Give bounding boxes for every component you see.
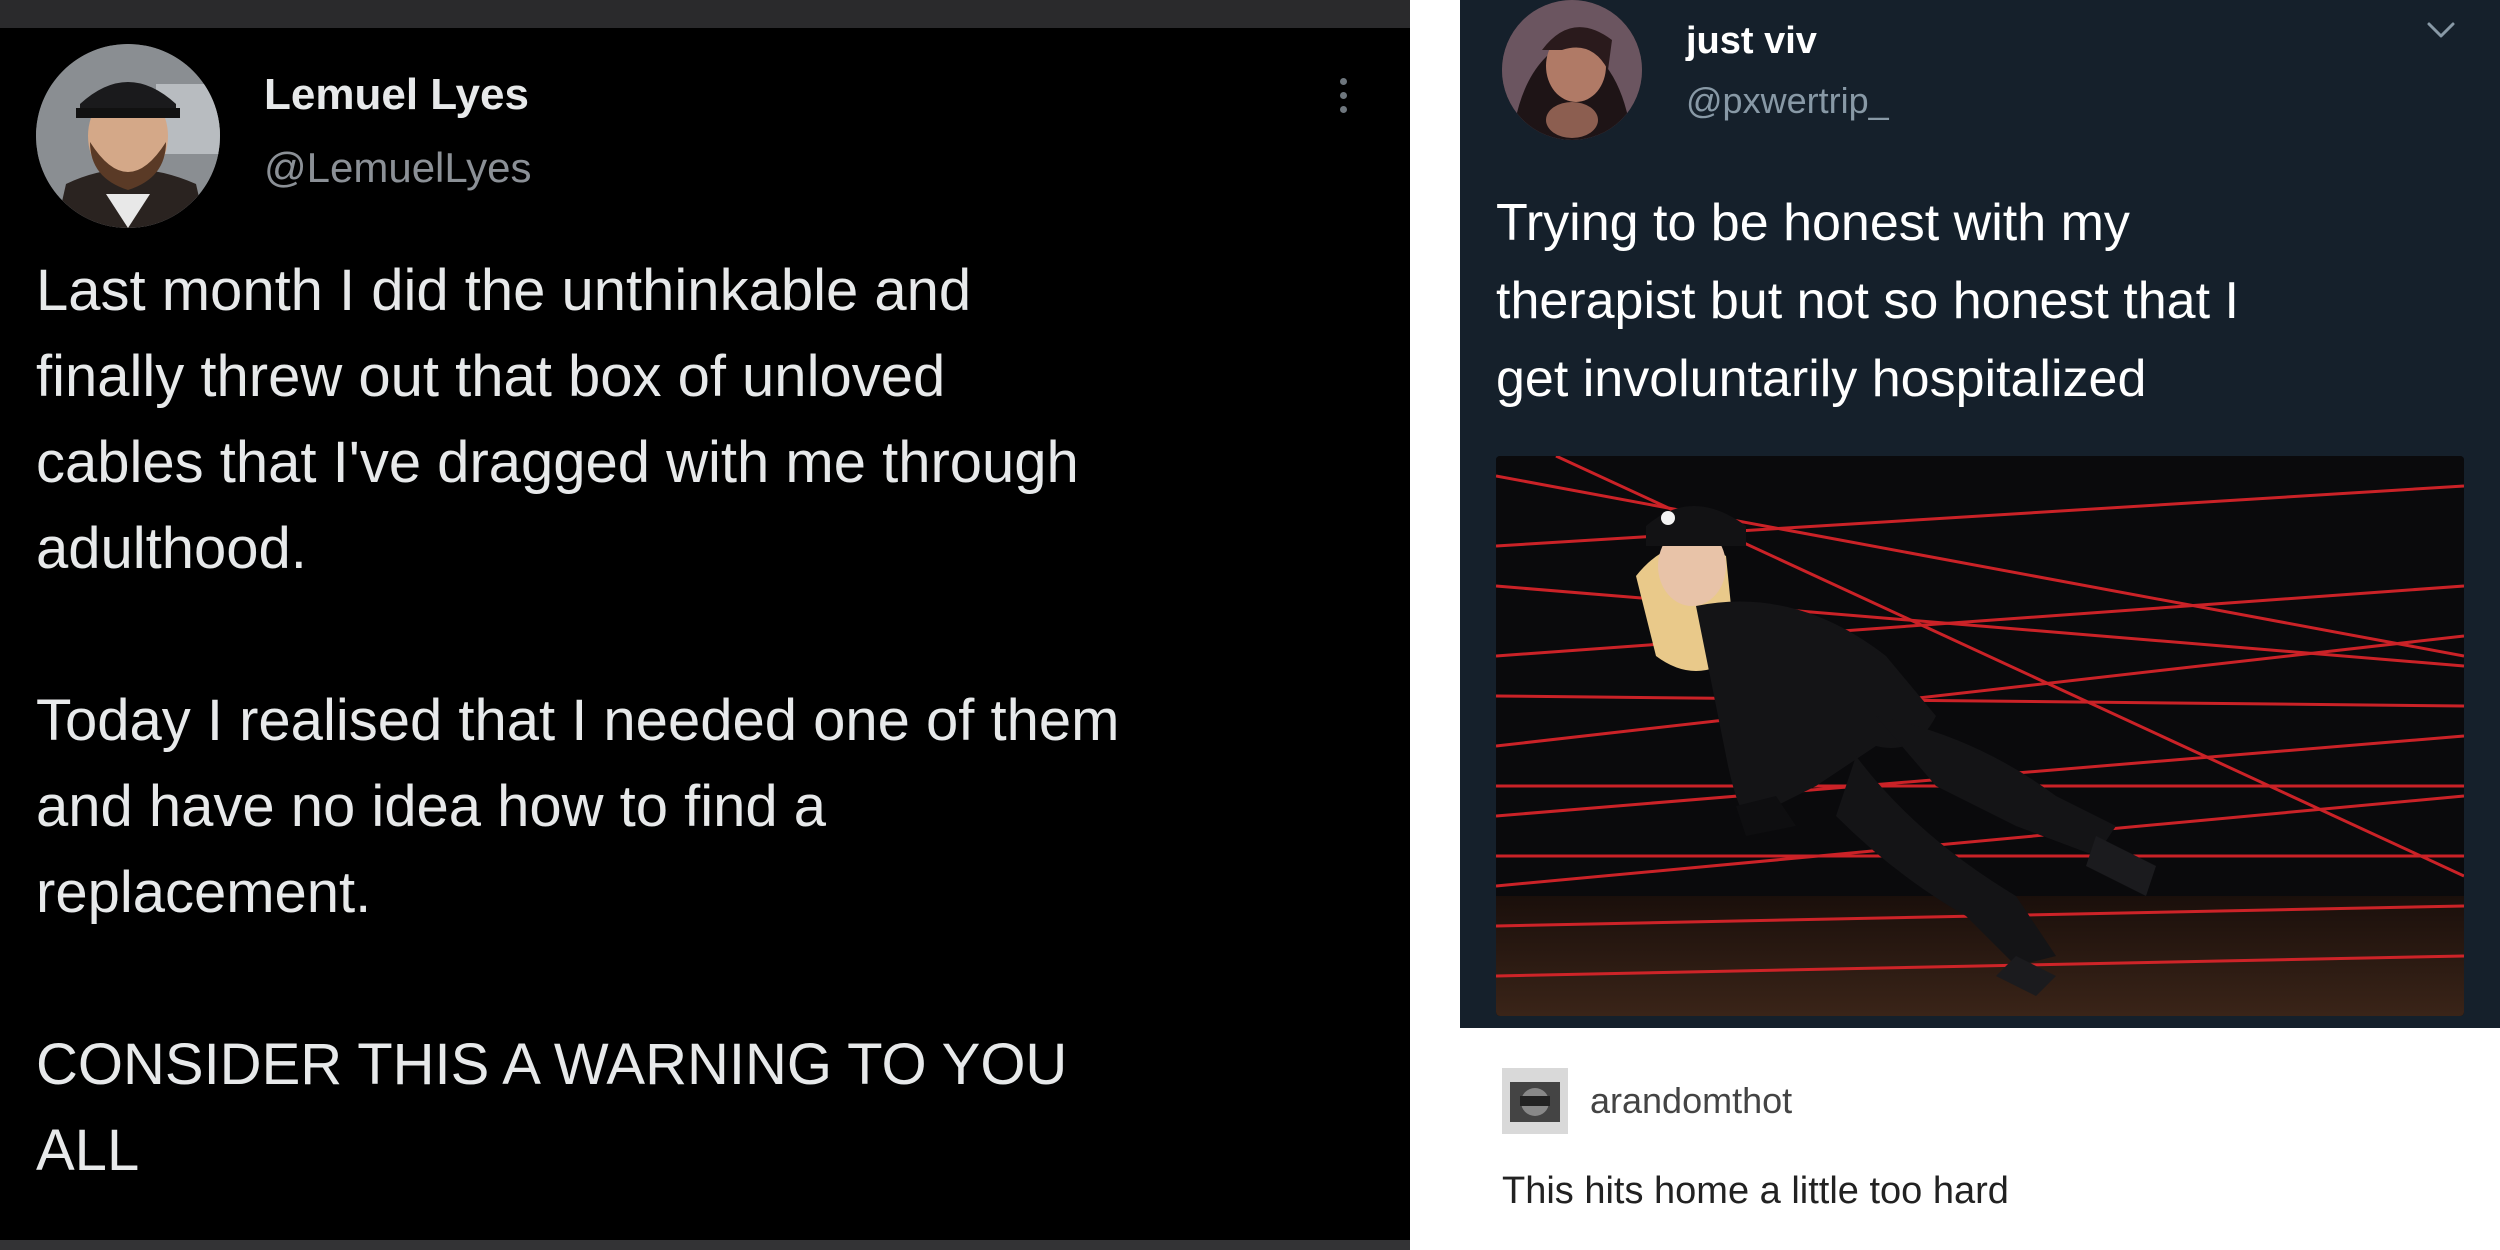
author-name[interactable]: Lemuel Lyes (264, 70, 529, 120)
author-handle[interactable]: @pxwertrip_ (1686, 80, 1889, 122)
reply-username[interactable]: arandomthot (1590, 1080, 1792, 1122)
right-tweet: just viv @pxwertrip_ Trying to be honest… (1460, 0, 2500, 1028)
avatar-photo (36, 44, 220, 228)
author-name[interactable]: just viv (1686, 20, 1817, 63)
tweet-text: Trying to be honest with my therapist bu… (1496, 184, 2476, 418)
tweet-paragraph: Trying to be honest with my therapist bu… (1496, 194, 2239, 408)
kebab-menu-icon[interactable] (1336, 78, 1350, 122)
chevron-down-icon[interactable] (2426, 20, 2456, 40)
bottom-bar (0, 1240, 1410, 1250)
tweet-paragraph: Last month I did the unthinkable and fin… (36, 258, 1079, 581)
top-bar (0, 0, 1410, 28)
meme-collage: Lemuel Lyes @LemuelLyes Last month I did… (0, 0, 2500, 1250)
laser-maze-photo (1496, 456, 2464, 1016)
avatar-photo (1502, 1068, 1568, 1134)
avatar-photo (1502, 0, 1642, 140)
reply-text: This hits home a little too hard (1502, 1170, 2009, 1212)
right-post: just viv @pxwertrip_ Trying to be honest… (1460, 0, 2500, 1250)
avatar[interactable] (1502, 0, 1642, 140)
tweet-paragraph: Today I realised that I needed one of th… (36, 688, 1120, 925)
tweet-paragraph: CONSIDER THIS A WARNING TO YOU ALL (36, 1032, 1068, 1183)
avatar[interactable] (1502, 1068, 1568, 1134)
tweet-image[interactable] (1496, 456, 2464, 1016)
avatar[interactable] (36, 44, 220, 228)
left-tweet: Lemuel Lyes @LemuelLyes Last month I did… (0, 0, 1410, 1250)
author-handle[interactable]: @LemuelLyes (264, 144, 532, 192)
tweet-text: Last month I did the unthinkable and fin… (36, 248, 1386, 1194)
